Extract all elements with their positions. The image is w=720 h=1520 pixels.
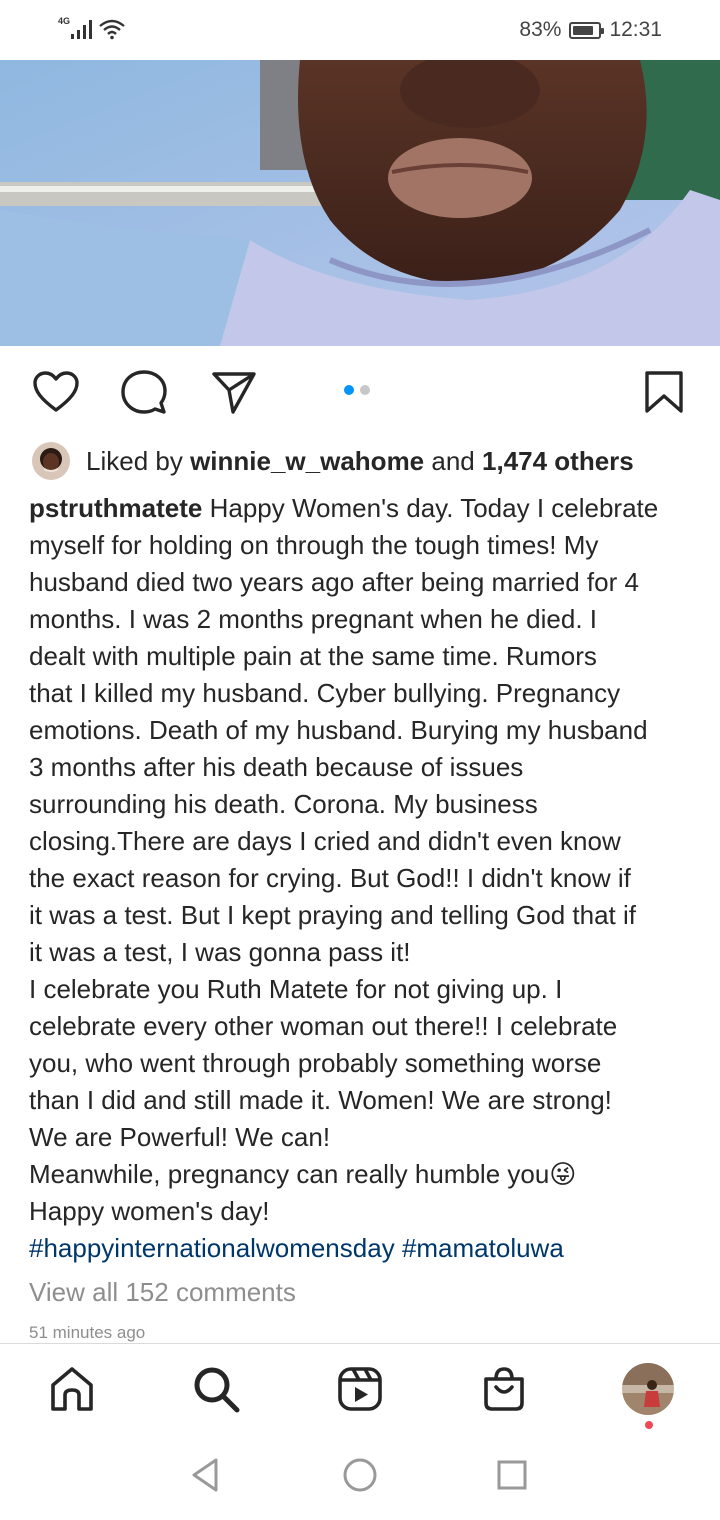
- bookmark-icon: [645, 371, 683, 413]
- recents-icon: [497, 1460, 527, 1490]
- caption-line: celebrate every other woman out there!! …: [29, 1011, 618, 1041]
- caption-first-line: pstruthmatete Happy Women's day. Today I…: [29, 490, 694, 527]
- system-back-button[interactable]: [183, 1453, 227, 1497]
- profile-avatar-image: [622, 1363, 674, 1415]
- system-recents-button[interactable]: [490, 1453, 534, 1497]
- nav-home[interactable]: [45, 1362, 99, 1416]
- save-button[interactable]: [640, 368, 688, 416]
- system-nav: [0, 1433, 720, 1520]
- profile-avatar: [622, 1363, 674, 1415]
- caption-line: We are Powerful! We can!: [29, 1122, 331, 1152]
- caption-username[interactable]: pstruthmatete: [29, 493, 202, 523]
- clock: 12:31: [609, 18, 662, 41]
- hashtag-link[interactable]: #happyinternationalwomensday: [29, 1233, 395, 1263]
- view-comments-link[interactable]: View all 152 comments: [29, 1277, 296, 1308]
- caption-line: months. I was 2 months pregnant when he …: [29, 604, 598, 634]
- battery-icon: [569, 21, 605, 39]
- carousel-dot-active: [344, 385, 354, 395]
- notification-dot: [645, 1421, 653, 1429]
- home-icon: [51, 1367, 93, 1411]
- caption-line: surrounding his death. Corona. My busine…: [29, 789, 538, 819]
- status-bar: 4G 83% 12:31: [0, 0, 720, 60]
- caption-line: I celebrate you Ruth Matete for not givi…: [29, 974, 563, 1004]
- caption-line: dealt with multiple pain at the same tim…: [29, 641, 597, 671]
- shop-icon: [484, 1367, 524, 1411]
- post-photo[interactable]: [0, 60, 720, 346]
- post-caption: pstruthmatete Happy Women's day. Today I…: [29, 490, 694, 1267]
- network-type-label: 4G: [58, 16, 71, 26]
- likes-text: Liked by winnie_w_wahome and 1,474 other…: [86, 446, 634, 477]
- liker-username[interactable]: winnie_w_wahome: [190, 446, 424, 476]
- caption-line: the exact reason for crying. But God!! I…: [29, 863, 631, 893]
- post-timestamp: 51 minutes ago: [29, 1323, 146, 1342]
- caption-line: Happy women's day!: [29, 1196, 270, 1226]
- back-icon: [192, 1458, 218, 1492]
- caption-line: than I did and still made it. Women! We …: [29, 1085, 612, 1115]
- caption-line: emotions. Death of my husband. Burying m…: [29, 715, 648, 745]
- caption-line: 3 months after his death because of issu…: [29, 752, 524, 782]
- caption-line: it was a test. But I kept praying and te…: [29, 900, 637, 930]
- post-photo-illustration: [0, 60, 720, 346]
- battery-fill: [573, 25, 594, 35]
- hashtag-link[interactable]: #mamatoluwa: [402, 1233, 564, 1263]
- nav-profile[interactable]: [621, 1362, 675, 1416]
- liker-avatar[interactable]: [32, 442, 70, 480]
- heart-icon: [33, 371, 79, 412]
- caption-line: that I killed my husband. Cyber bullying…: [29, 678, 621, 708]
- bottom-nav: [0, 1343, 720, 1433]
- comment-icon: [121, 370, 167, 414]
- share-button[interactable]: [210, 368, 258, 416]
- like-button[interactable]: [32, 368, 80, 416]
- liker-avatar-image: [32, 442, 70, 480]
- carousel-dot: [360, 385, 370, 395]
- nav-reels[interactable]: [333, 1362, 387, 1416]
- caption-line: Happy Women's day. Today I celebrate: [202, 493, 659, 523]
- search-icon: [194, 1367, 240, 1413]
- caption-line: Meanwhile, pregnancy can really humble y…: [29, 1159, 577, 1189]
- comment-button[interactable]: [120, 368, 168, 416]
- likes-row[interactable]: Liked by winnie_w_wahome and 1,474 other…: [32, 441, 634, 481]
- reels-icon: [338, 1367, 382, 1411]
- likes-others[interactable]: 1,474 others: [482, 446, 634, 476]
- caption-line: myself for holding on through the tough …: [29, 530, 599, 560]
- share-icon: [212, 372, 256, 414]
- carousel-indicator: [344, 385, 370, 395]
- signal-icon: [71, 20, 92, 39]
- caption-line: it was a test, I was gonna pass it!: [29, 937, 411, 967]
- likes-prefix: Liked by: [86, 445, 183, 476]
- caption-line: you, who went through probably something…: [29, 1048, 602, 1078]
- status-right: 83% 12:31: [519, 18, 662, 42]
- nav-shop[interactable]: [477, 1362, 531, 1416]
- system-home-button[interactable]: [338, 1453, 382, 1497]
- home-circle-icon: [343, 1458, 377, 1492]
- caption-hashtags: #happyinternationalwomensday #mamatoluwa: [29, 1230, 694, 1267]
- caption-line: husband died two years ago after being m…: [29, 567, 639, 597]
- likes-and: and: [431, 445, 475, 476]
- battery-percent: 83%: [519, 18, 562, 41]
- nav-search[interactable]: [189, 1362, 243, 1416]
- caption-line: closing.There are days I cried and didn'…: [29, 826, 621, 856]
- wifi-icon: [99, 19, 125, 40]
